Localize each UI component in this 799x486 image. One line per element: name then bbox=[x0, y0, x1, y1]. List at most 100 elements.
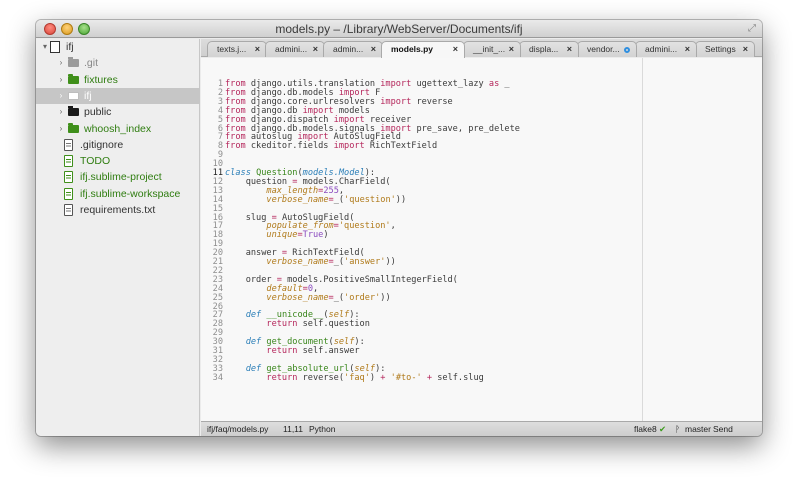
fullscreen-icon[interactable]: ⤢ bbox=[748, 23, 756, 34]
window-title: models.py – /Library/WebServer/Documents… bbox=[275, 22, 523, 36]
tab-label: displa... bbox=[529, 44, 559, 54]
code-token: self.slug bbox=[432, 372, 484, 383]
tab-bar: texts.j... × admini... × admin... × models.py ×… bbox=[201, 39, 762, 58]
code-token: _ bbox=[499, 79, 510, 89]
code-line: verbose_name=_('answer')) bbox=[225, 257, 396, 267]
sidebar: ▾ ifj › .git › fixtures › ifj › public › whoosh_ind… bbox=[36, 39, 200, 436]
code-token: '#to-' bbox=[390, 372, 422, 383]
sidebar-item-ifj-sublime-project[interactable]: ifj.sublime-project bbox=[36, 169, 200, 185]
sidebar-item-label: ifj bbox=[66, 41, 74, 53]
tab-settings[interactable]: Settings × bbox=[695, 41, 755, 57]
folder-icon bbox=[68, 106, 79, 117]
sidebar-item-fixtures[interactable]: › fixtures bbox=[36, 72, 200, 88]
code-token: )) bbox=[385, 257, 396, 267]
tab-displa[interactable]: displa... × bbox=[519, 41, 579, 57]
code-token: return bbox=[266, 372, 298, 383]
sidebar-item-ifj-sublime-workspace[interactable]: ifj.sublime-workspace bbox=[36, 186, 200, 202]
code-token: self.answer bbox=[297, 346, 360, 356]
sidebar-item-label: ifj bbox=[84, 89, 92, 102]
tab-init[interactable]: __init_... × bbox=[463, 41, 521, 57]
tab-label: admin... bbox=[333, 44, 364, 54]
line-number: 34 bbox=[212, 372, 223, 383]
code-token: 'order' bbox=[344, 292, 381, 303]
close-tab-icon[interactable]: × bbox=[453, 42, 458, 57]
status-syntax[interactable]: Python bbox=[309, 422, 335, 436]
tab-label: __init_... bbox=[473, 44, 506, 54]
close-tab-icon[interactable]: × bbox=[509, 42, 514, 57]
code-token: , bbox=[390, 221, 396, 232]
code-token: ckeditor.fields bbox=[245, 141, 334, 152]
sidebar-item-whoosh-index[interactable]: › whoosh_index bbox=[36, 121, 200, 137]
file-icon bbox=[64, 187, 73, 200]
file-icon bbox=[64, 171, 73, 184]
folder-icon bbox=[68, 73, 79, 84]
status-bar: ifj/faq/models.py 11,11 Python flake8 ✔ … bbox=[201, 421, 762, 436]
tab-texts-j[interactable]: texts.j... × bbox=[207, 41, 267, 57]
code-token: reverse( bbox=[297, 372, 345, 383]
disclosure-closed-icon[interactable]: › bbox=[56, 121, 66, 137]
code-token: _( bbox=[333, 292, 345, 303]
ruler-line bbox=[642, 58, 643, 421]
disclosure-closed-icon[interactable]: › bbox=[56, 55, 66, 71]
code-token: import bbox=[380, 96, 412, 107]
code-token: verbose_name bbox=[266, 194, 329, 205]
code-token: as bbox=[488, 79, 500, 89]
sidebar-item-todo[interactable]: TODO bbox=[36, 153, 200, 169]
tab-label: Settings bbox=[705, 44, 736, 54]
code-token: 'question' bbox=[344, 194, 396, 205]
code-token: )) bbox=[395, 194, 407, 205]
close-tab-icon[interactable]: × bbox=[743, 42, 748, 57]
tab-vendor[interactable]: vendor... bbox=[577, 41, 637, 57]
sidebar-item-git[interactable]: › .git bbox=[36, 55, 200, 71]
close-tab-icon[interactable]: × bbox=[313, 42, 318, 57]
code-token: True bbox=[302, 230, 324, 241]
folder-icon bbox=[68, 122, 79, 133]
git-branch-icon: ᚹ bbox=[675, 424, 681, 434]
code-token: from bbox=[225, 141, 246, 152]
code-token: _( bbox=[333, 194, 345, 205]
send-feedback-link[interactable]: Send Feedback bbox=[713, 422, 762, 436]
close-tab-icon[interactable]: × bbox=[255, 42, 260, 57]
code-token: ) bbox=[323, 230, 329, 241]
code-editor[interactable]: 1 2 3 4 5 6 7 8 9 10 11 12 13 14 15 16 17 18 19 20 21 22 23 24 2… bbox=[201, 58, 762, 421]
folder-icon bbox=[68, 91, 79, 100]
sidebar-item-label: ifj.sublime-project bbox=[80, 171, 162, 184]
tab-admini[interactable]: admini... × bbox=[635, 41, 697, 57]
disclosure-closed-icon[interactable]: › bbox=[56, 72, 66, 88]
disclosure-closed-icon[interactable]: › bbox=[56, 88, 66, 104]
tab-label: admini... bbox=[275, 44, 308, 54]
sidebar-item-ifj[interactable]: › ifj bbox=[36, 87, 200, 104]
unsaved-indicator-icon[interactable] bbox=[624, 47, 630, 53]
sidebar-item-ifj[interactable]: ▾ ifj bbox=[36, 39, 200, 55]
tab-admin[interactable]: admin... × bbox=[323, 41, 383, 57]
close-tab-icon[interactable]: × bbox=[371, 42, 376, 57]
sidebar-item-label: requirements.txt bbox=[80, 204, 156, 216]
disclosure-open-icon[interactable]: ▾ bbox=[40, 39, 50, 55]
file-icon bbox=[64, 204, 73, 216]
sidebar-item-public[interactable]: › public bbox=[36, 104, 200, 120]
close-tab-icon[interactable]: × bbox=[567, 42, 572, 57]
close-tab-icon[interactable]: × bbox=[685, 42, 690, 57]
disclosure-closed-icon[interactable]: › bbox=[56, 104, 66, 120]
sidebar-item-label: .git bbox=[84, 57, 99, 70]
status-cursor-position: 11,11 bbox=[283, 424, 304, 434]
tab-models-py[interactable]: models.py × bbox=[381, 41, 465, 58]
code-token: 'answer' bbox=[344, 257, 386, 267]
sidebar-item-gitignore[interactable]: .gitignore bbox=[36, 137, 200, 153]
tab-label: models.py bbox=[391, 44, 434, 54]
folder-icon bbox=[68, 57, 79, 68]
status-git-branch[interactable]: master bbox=[685, 422, 711, 436]
sidebar-item-requirements-txt[interactable]: requirements.txt bbox=[36, 202, 200, 218]
sidebar-item-label: .gitignore bbox=[80, 138, 124, 151]
tab-admini[interactable]: admini... × bbox=[265, 41, 325, 57]
tab-label: texts.j... bbox=[217, 44, 247, 54]
sidebar-item-label: public bbox=[84, 106, 112, 119]
code-token: unique bbox=[266, 230, 298, 241]
code-token: import bbox=[380, 79, 412, 89]
